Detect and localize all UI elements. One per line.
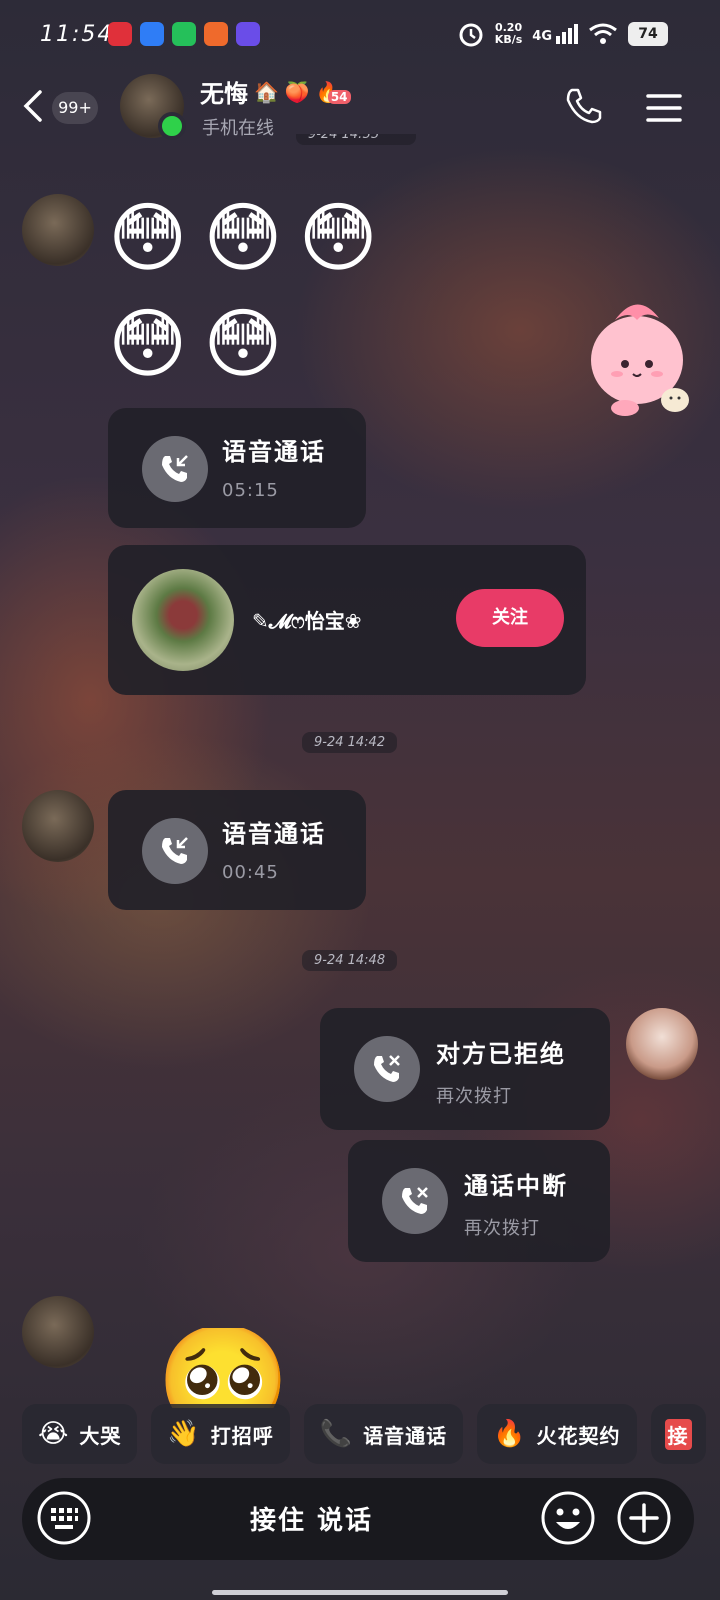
net-speed-unit: KB/s xyxy=(494,33,523,46)
online-indicator xyxy=(158,112,186,140)
battery-indicator: 74 xyxy=(628,22,668,46)
quick-action-more[interactable]: 接 xyxy=(650,1404,706,1464)
video-app-icon xyxy=(140,22,164,46)
chevron-left-icon xyxy=(23,90,42,122)
flushed-emoji: 😳 xyxy=(203,299,283,388)
incoming-call-icon xyxy=(162,837,188,864)
streak-count: 54 xyxy=(327,89,351,104)
contact-name: 无悔 xyxy=(200,80,248,108)
pleading-emoji: 🥺 xyxy=(156,1328,291,1408)
call-title: 语音通话 xyxy=(222,438,326,466)
quick-action-label: 大哭 xyxy=(79,1423,122,1448)
timestamp: 9-24 14:55 xyxy=(296,134,416,145)
quick-action-greet[interactable]: 👋 打招呼 xyxy=(151,1404,290,1464)
network-type: 4G xyxy=(532,29,552,44)
incoming-call-icon-circle xyxy=(142,436,208,502)
quick-action-label: 打招呼 xyxy=(210,1423,274,1448)
menu-icon xyxy=(646,94,682,122)
status-time: 11:54 xyxy=(40,22,114,47)
fire-streak-icon: 🔥 54 xyxy=(316,80,351,104)
profile-card[interactable]: ✎𝓜ෆ怡宝❀ 关注 xyxy=(108,545,586,695)
shopping-app-icon xyxy=(204,22,228,46)
emoji-message-clipped: 🥺 xyxy=(156,1328,296,1408)
call-title: 语音通话 xyxy=(222,820,326,848)
wifi-icon xyxy=(589,23,617,44)
status-app-icons xyxy=(108,22,260,46)
quick-action-label: 接 xyxy=(664,1418,692,1450)
profile-card-avatar[interactable] xyxy=(132,569,234,671)
quick-action-cry[interactable]: 😭 大哭 xyxy=(22,1404,138,1464)
friend-avatar[interactable] xyxy=(22,194,94,266)
phone-call-button[interactable] xyxy=(562,84,606,128)
fire-icon: 🔥 xyxy=(493,1419,527,1449)
hold-to-talk-button[interactable]: 接住 说话 xyxy=(250,1500,373,1537)
my-avatar[interactable] xyxy=(626,1008,698,1080)
timestamp: 9-24 14:42 xyxy=(302,732,398,753)
back-button[interactable] xyxy=(14,86,54,126)
profile-card-name: ✎𝓜ෆ怡宝❀ xyxy=(252,609,362,633)
peach-badge-icon: 🍑 xyxy=(284,79,310,104)
emoji-message-row-2: 😳 😳 xyxy=(108,306,282,382)
interrupted-call-bubble[interactable]: 通话中断 再次拨打 xyxy=(348,1140,610,1262)
redial-link[interactable]: 再次拨打 xyxy=(464,1214,540,1240)
call-status-title: 通话中断 xyxy=(464,1172,568,1200)
flushed-emoji: 😳 xyxy=(298,193,378,282)
call-status-title: 对方已拒绝 xyxy=(436,1040,566,1068)
incoming-call-icon-circle xyxy=(142,818,208,884)
quick-action-bar: 😭 大哭 👋 打招呼 📞 语音通话 🔥 火花契约 接 xyxy=(22,1404,706,1464)
home-indicator[interactable] xyxy=(212,1590,508,1595)
map-app-icon xyxy=(236,22,260,46)
phone-icon: 📞 xyxy=(319,1419,354,1449)
contact-name-row[interactable]: 无悔 🏠 🍑 🔥 54 xyxy=(200,74,351,109)
smiley-icon xyxy=(541,1491,595,1545)
wechat-icon xyxy=(172,22,196,46)
rejected-call-bubble[interactable]: 对方已拒绝 再次拨打 xyxy=(320,1008,610,1130)
voice-call-bubble[interactable]: 语音通话 05:15 xyxy=(108,408,366,528)
more-options-button[interactable] xyxy=(616,1490,672,1546)
app-notification-icon xyxy=(108,22,132,46)
menu-button[interactable] xyxy=(644,88,684,128)
crying-emoji-icon: 😭 xyxy=(38,1419,70,1449)
timestamp: 9-24 14:48 xyxy=(302,950,398,971)
follow-button[interactable]: 关注 xyxy=(456,589,564,647)
friend-avatar[interactable] xyxy=(22,790,94,862)
call-failed-icon-circle xyxy=(354,1036,420,1102)
quick-action-spark-contract[interactable]: 🔥 火花契约 xyxy=(477,1404,637,1464)
flushed-emoji: 😳 xyxy=(108,299,188,388)
call-duration: 00:45 xyxy=(222,862,279,883)
emoji-picker-button[interactable] xyxy=(540,1490,596,1546)
call-failed-icon xyxy=(374,1055,400,1082)
pet-sticker[interactable] xyxy=(585,296,695,420)
friend-avatar[interactable] xyxy=(22,1296,94,1368)
emoji-message-row-1: 😳 😳 😳 xyxy=(108,200,378,276)
plus-icon xyxy=(617,1491,671,1545)
flushed-emoji: 😳 xyxy=(108,193,188,282)
quick-action-label: 火花契约 xyxy=(536,1423,621,1448)
net-speed: 0.20 KB/s xyxy=(495,22,522,46)
waving-hand-icon: 👋 xyxy=(167,1419,201,1449)
signal-icon: 4G xyxy=(532,24,578,44)
call-failed-icon-circle xyxy=(382,1168,448,1234)
home-badge-icon: 🏠 xyxy=(254,79,279,104)
keyboard-icon xyxy=(37,1491,91,1545)
online-status: 手机在线 xyxy=(202,118,274,139)
redial-link[interactable]: 再次拨打 xyxy=(436,1082,512,1108)
voice-call-bubble[interactable]: 语音通话 00:45 xyxy=(108,790,366,910)
call-failed-icon xyxy=(402,1187,428,1214)
call-duration: 05:15 xyxy=(222,480,279,501)
keyboard-toggle-button[interactable] xyxy=(36,1490,92,1546)
alarm-icon xyxy=(459,23,483,47)
peach-pet-icon xyxy=(591,304,689,416)
quick-action-voice-call[interactable]: 📞 语音通话 xyxy=(303,1404,464,1464)
incoming-call-icon xyxy=(162,455,188,482)
phone-icon xyxy=(566,88,602,124)
unread-count-badge[interactable]: 99+ xyxy=(52,92,98,124)
flushed-emoji: 😳 xyxy=(203,193,283,282)
top-timestamp-clip: 9-24 14:55 xyxy=(296,134,416,156)
status-right: 0.20 KB/s 4G 74 xyxy=(457,20,668,48)
quick-action-label: 语音通话 xyxy=(363,1423,448,1448)
